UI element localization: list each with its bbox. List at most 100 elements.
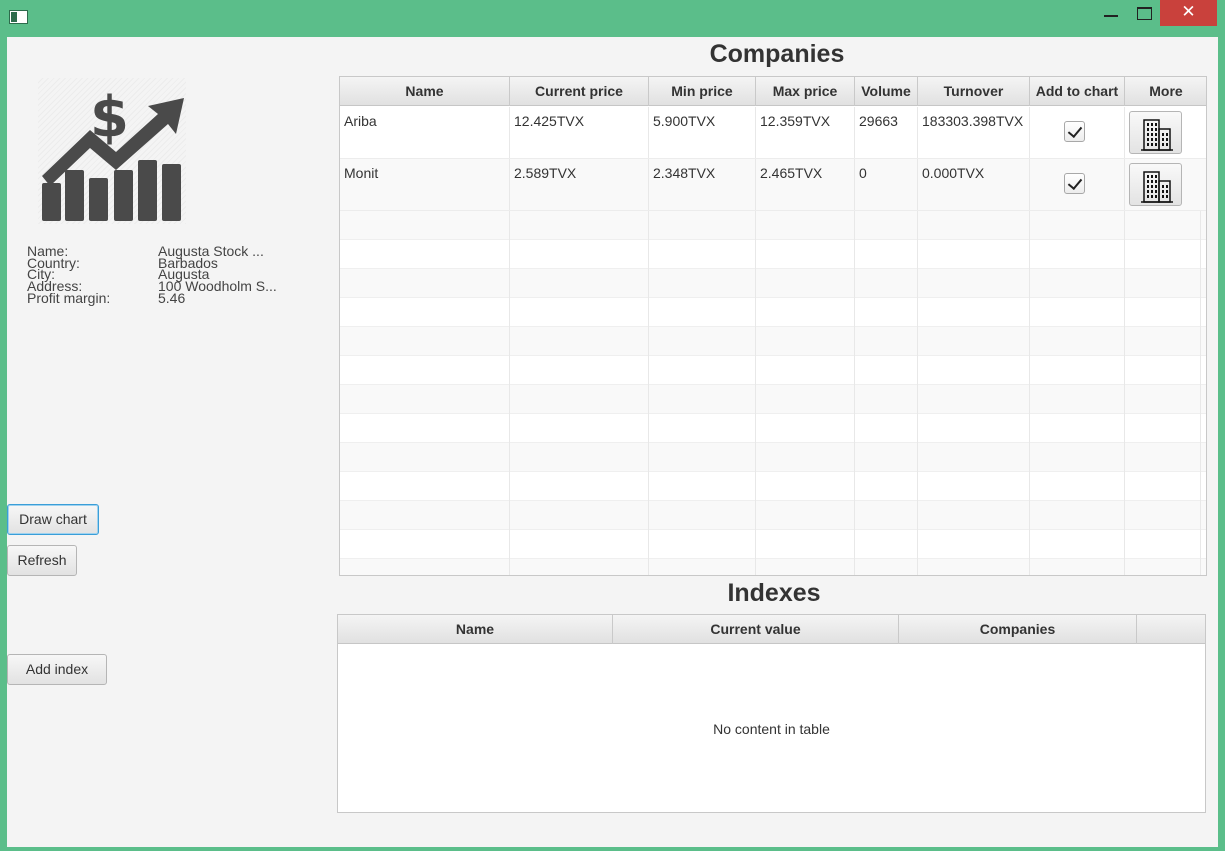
cell-volume: 29663 — [855, 107, 918, 158]
empty-table-row — [340, 211, 1206, 240]
empty-table-row — [340, 414, 1206, 443]
indexes-table[interactable]: Name Current value Companies No content … — [337, 614, 1206, 813]
companies-table[interactable]: Name Current price Min price Max price V… — [339, 76, 1207, 576]
column-header-current-value[interactable]: Current value — [613, 615, 899, 644]
empty-cell — [649, 385, 756, 414]
empty-cell — [1030, 240, 1125, 269]
empty-cell — [649, 443, 756, 472]
column-header-min-price[interactable]: Min price — [649, 77, 756, 106]
companies-title: Companies — [709, 40, 845, 68]
empty-cell — [1125, 559, 1201, 575]
empty-table-row — [340, 559, 1206, 575]
column-header-name[interactable]: Name — [340, 77, 510, 106]
column-header-turnover[interactable]: Turnover — [918, 77, 1030, 106]
building-icon — [1141, 171, 1173, 203]
main-window: $ Name: Augusta Stock ... Country: Barba… — [7, 37, 1218, 847]
cell-min-price: 2.348TVX — [649, 159, 756, 210]
column-header-add-to-chart[interactable]: Add to chart — [1030, 77, 1125, 106]
empty-cell — [340, 385, 510, 414]
empty-cell — [649, 501, 756, 530]
empty-cell — [855, 211, 918, 240]
empty-cell — [1125, 211, 1201, 240]
table-row[interactable]: Monit 2.589TVX 2.348TVX 2.465TVX 0 0.000… — [340, 159, 1206, 211]
empty-cell — [1125, 327, 1201, 356]
empty-table-row — [340, 472, 1206, 501]
empty-cell — [756, 414, 855, 443]
empty-cell — [918, 530, 1030, 559]
empty-cell — [918, 327, 1030, 356]
column-header-volume[interactable]: Volume — [855, 77, 918, 106]
title-bar[interactable]: ✕ — [0, 0, 1225, 37]
empty-cell — [1125, 240, 1201, 269]
column-header-current-price[interactable]: Current price — [510, 77, 649, 106]
column-header-companies[interactable]: Companies — [899, 615, 1137, 644]
empty-cell — [649, 559, 756, 575]
empty-cell — [756, 559, 855, 575]
column-header-filler — [1137, 615, 1205, 644]
empty-cell — [855, 501, 918, 530]
info-label: Profit margin: — [27, 289, 111, 306]
column-header-more[interactable]: More — [1125, 77, 1206, 106]
empty-cell — [340, 559, 510, 575]
empty-cell — [918, 269, 1030, 298]
cell-more — [1125, 107, 1206, 158]
empty-table-row — [340, 530, 1206, 559]
cell-current-price: 12.425TVX — [510, 107, 649, 158]
exchange-info: Name: Augusta Stock ... Country: Barbado… — [27, 244, 327, 306]
empty-cell — [1030, 211, 1125, 240]
close-button[interactable]: ✕ — [1160, 0, 1217, 26]
empty-cell — [855, 443, 918, 472]
empty-cell — [510, 501, 649, 530]
draw-chart-button[interactable]: Draw chart — [7, 504, 99, 535]
company-details-button[interactable] — [1129, 111, 1182, 154]
empty-cell — [855, 385, 918, 414]
minimize-icon[interactable] — [1094, 0, 1126, 26]
empty-cell — [1030, 501, 1125, 530]
cell-volume: 0 — [855, 159, 918, 210]
empty-cell — [510, 472, 649, 501]
add-to-chart-checkbox[interactable] — [1064, 173, 1085, 194]
empty-cell — [1030, 356, 1125, 385]
cell-name: Monit — [340, 159, 510, 210]
company-details-button[interactable] — [1129, 163, 1182, 206]
empty-cell — [756, 443, 855, 472]
empty-cell — [649, 298, 756, 327]
empty-cell — [510, 269, 649, 298]
empty-cell — [510, 414, 649, 443]
empty-cell — [918, 501, 1030, 530]
refresh-button[interactable]: Refresh — [7, 545, 77, 576]
info-value: 5.46 — [158, 289, 186, 306]
table-row[interactable]: Ariba 12.425TVX 5.900TVX 12.359TVX 29663… — [340, 107, 1206, 159]
app-icon — [9, 10, 28, 24]
empty-cell — [649, 327, 756, 356]
add-to-chart-checkbox[interactable] — [1064, 121, 1085, 142]
empty-cell — [855, 327, 918, 356]
empty-cell — [340, 356, 510, 385]
cell-max-price: 2.465TVX — [756, 159, 855, 210]
empty-cell — [510, 385, 649, 414]
empty-table-row — [340, 240, 1206, 269]
empty-cell — [918, 356, 1030, 385]
empty-cell — [756, 472, 855, 501]
column-header-name[interactable]: Name — [338, 615, 613, 644]
column-header-max-price[interactable]: Max price — [756, 77, 855, 106]
maximize-icon[interactable] — [1128, 0, 1162, 26]
empty-table-row — [340, 327, 1206, 356]
empty-cell — [510, 327, 649, 356]
close-icon: ✕ — [1181, 2, 1196, 22]
stock-chart-logo: $ — [38, 78, 186, 224]
empty-cell — [1030, 269, 1125, 298]
empty-cell — [510, 559, 649, 575]
add-index-button[interactable]: Add index — [7, 654, 107, 685]
empty-cell — [649, 472, 756, 501]
empty-cell — [1030, 559, 1125, 575]
empty-cell — [510, 211, 649, 240]
empty-cell — [855, 559, 918, 575]
empty-cell — [1125, 501, 1201, 530]
empty-cell — [918, 385, 1030, 414]
empty-cell — [510, 530, 649, 559]
empty-cell — [1030, 414, 1125, 443]
companies-table-header: Name Current price Min price Max price V… — [340, 77, 1206, 106]
empty-cell — [1030, 530, 1125, 559]
empty-table-row — [340, 269, 1206, 298]
